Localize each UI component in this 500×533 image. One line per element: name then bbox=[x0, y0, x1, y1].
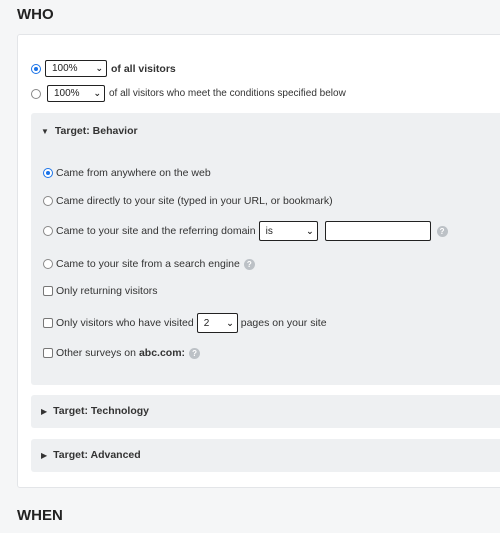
all-visitors-radio[interactable] bbox=[31, 63, 41, 74]
behavior-option-visited-pages[interactable]: Only visitors who have visited 2 ⌄ pages… bbox=[43, 313, 327, 333]
other-surveys-domain: abc.com: bbox=[138, 347, 186, 359]
conditional-visitors-percent-select[interactable]: 100% ⌄ bbox=[47, 85, 105, 102]
other-surveys-label: Other surveys on bbox=[56, 347, 136, 359]
behavior-option-anywhere[interactable]: Came from anywhere on the web bbox=[43, 167, 211, 179]
behavior-option-direct[interactable]: Came directly to your site (typed in you… bbox=[43, 195, 333, 207]
behavior-panel: ▼ Target: Behavior Came from anywhere on… bbox=[31, 113, 500, 385]
returning-label: Only returning visitors bbox=[56, 285, 158, 297]
referring-operator-select[interactable]: is ⌄ bbox=[258, 221, 318, 241]
help-icon[interactable]: ? bbox=[243, 258, 255, 270]
anywhere-radio[interactable] bbox=[43, 168, 53, 178]
visited-count-value: 2 bbox=[203, 317, 210, 329]
all-visitors-percent-select[interactable]: 100% ⌄ bbox=[45, 60, 107, 77]
help-icon[interactable]: ? bbox=[189, 347, 201, 359]
behavior-option-other-surveys[interactable]: Other surveys on abc.com: ? bbox=[43, 347, 201, 359]
chevron-down-icon: ⌄ bbox=[95, 63, 103, 73]
all-visitors-row: 100% ⌄ of all visitors bbox=[31, 60, 176, 77]
visited-prefix-label: Only visitors who have visited bbox=[56, 317, 194, 329]
anywhere-label: Came from anywhere on the web bbox=[56, 167, 211, 179]
referring-domain-input[interactable] bbox=[324, 221, 431, 241]
direct-radio[interactable] bbox=[43, 196, 53, 206]
referring-label: Came to your site and the referring doma… bbox=[56, 225, 256, 237]
operator-value: is bbox=[265, 225, 273, 237]
behavior-panel-header[interactable]: ▼ Target: Behavior bbox=[41, 125, 138, 137]
who-card: 100% ⌄ of all visitors 100% ⌄ of all vis… bbox=[17, 34, 500, 488]
advanced-panel[interactable]: ▶ Target: Advanced bbox=[31, 439, 500, 472]
search-engine-label: Came to your site from a search engine bbox=[56, 258, 240, 270]
behavior-option-returning[interactable]: Only returning visitors bbox=[43, 285, 158, 297]
caret-down-icon: ▼ bbox=[41, 126, 49, 136]
chevron-down-icon: ⌄ bbox=[226, 317, 234, 328]
visited-count-select[interactable]: 2 ⌄ bbox=[196, 313, 238, 333]
behavior-title: Target: Behavior bbox=[54, 125, 138, 137]
percent-value: 100% bbox=[52, 63, 78, 74]
other-surveys-checkbox[interactable] bbox=[43, 348, 53, 358]
all-visitors-label: of all visitors bbox=[111, 62, 176, 75]
behavior-option-referring[interactable]: Came to your site and the referring doma… bbox=[43, 221, 448, 241]
help-icon[interactable]: ? bbox=[436, 225, 448, 237]
visited-suffix-label: pages on your site bbox=[240, 317, 327, 329]
chevron-down-icon: ⌄ bbox=[93, 88, 101, 98]
advanced-panel-header[interactable]: ▶ Target: Advanced bbox=[41, 449, 141, 461]
direct-label: Came directly to your site (typed in you… bbox=[56, 195, 333, 207]
conditional-visitors-radio[interactable] bbox=[31, 88, 41, 99]
advanced-title: Target: Advanced bbox=[53, 449, 141, 461]
search-engine-radio[interactable] bbox=[43, 259, 53, 269]
percent-value: 100% bbox=[54, 88, 80, 99]
technology-title: Target: Technology bbox=[53, 405, 150, 417]
conditional-visitors-label: of all visitors who meet the conditions … bbox=[109, 88, 346, 99]
behavior-option-search-engine[interactable]: Came to your site from a search engine ? bbox=[43, 258, 255, 270]
returning-checkbox[interactable] bbox=[43, 286, 53, 296]
caret-right-icon: ▶ bbox=[41, 406, 48, 416]
technology-panel-header[interactable]: ▶ Target: Technology bbox=[41, 405, 149, 417]
chevron-down-icon: ⌄ bbox=[306, 225, 314, 236]
conditional-visitors-row: 100% ⌄ of all visitors who meet the cond… bbox=[31, 85, 346, 102]
caret-right-icon: ▶ bbox=[41, 450, 48, 460]
technology-panel[interactable]: ▶ Target: Technology bbox=[31, 395, 500, 428]
visited-pages-checkbox[interactable] bbox=[43, 318, 53, 328]
referring-radio[interactable] bbox=[43, 226, 53, 236]
when-section-title: WHEN bbox=[17, 507, 63, 524]
who-section-title: WHO bbox=[17, 6, 54, 23]
